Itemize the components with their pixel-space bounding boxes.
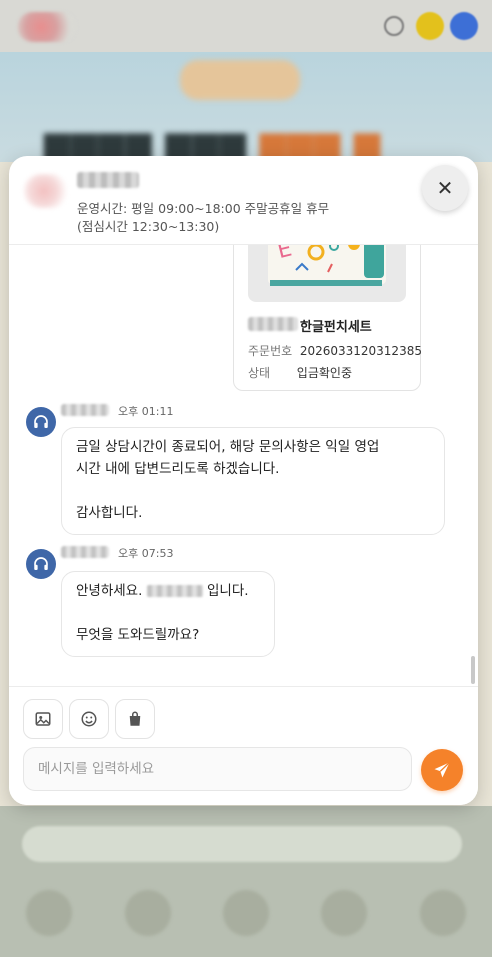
- close-icon: ✕: [436, 176, 454, 200]
- background-logo: [18, 12, 76, 42]
- message-input[interactable]: [23, 747, 412, 791]
- user-badge-icon: [416, 12, 444, 40]
- scrollbar[interactable]: [471, 656, 475, 684]
- message-list[interactable]: E 한글펀치세트 주문번호 2026033120312385 상태 입금확인중 …: [9, 245, 478, 685]
- shop-logo: [24, 174, 68, 208]
- message-text: 금일 상담시간이 종료되어, 해당 문의사항은 익일 영업: [76, 439, 380, 455]
- composer: [9, 686, 478, 805]
- profile-badge-icon: [450, 12, 478, 40]
- close-button[interactable]: ✕: [422, 165, 468, 211]
- chat-modal: 운영시간: 평일 09:00~18:00 주말공휴일 휴무 (점심시간 12:3…: [9, 156, 478, 805]
- order-status-label: 상태: [248, 366, 271, 380]
- message-text: 시간 내에 답변드리도록 하겠습니다.: [76, 461, 280, 477]
- send-button[interactable]: [421, 749, 463, 791]
- message-bubble: 금일 상담시간이 종료되어, 해당 문의사항은 익일 영업 시간 내에 답변드리…: [61, 427, 445, 535]
- agent-avatar: [26, 407, 56, 437]
- background-bottom-nav: [0, 890, 492, 936]
- product-image: E: [248, 245, 406, 302]
- chat-header: 운영시간: 평일 09:00~18:00 주말공휴일 휴무 (점심시간 12:3…: [9, 156, 478, 245]
- agent-name-redacted: [61, 404, 109, 416]
- order-status-row: 상태 입금확인중: [248, 364, 352, 381]
- background-promo-bar: [22, 826, 462, 862]
- background-topbar: [0, 0, 492, 52]
- order-number-label: 주문번호: [248, 344, 293, 358]
- emoji-button[interactable]: [69, 699, 109, 739]
- order-status-value: 입금확인중: [296, 366, 352, 380]
- order-select-button[interactable]: [115, 699, 155, 739]
- operating-hours: 운영시간: 평일 09:00~18:00 주말공휴일 휴무: [77, 201, 330, 216]
- svg-text:E: E: [275, 245, 295, 264]
- search-icon: [384, 16, 404, 36]
- message-bubble: 안녕하세요. 입니다. 무엇을 도와드릴까요?: [61, 571, 275, 657]
- product-name: 한글펀치세트: [300, 320, 372, 335]
- agent-name-redacted: [61, 546, 109, 558]
- message-time: 오후 01:11: [118, 405, 174, 418]
- product-image-art: E: [275, 245, 384, 278]
- emoji-icon: [81, 711, 97, 727]
- bottom-nav-item: [124, 890, 171, 936]
- send-icon: [434, 762, 450, 778]
- message-time: 오후 07:53: [118, 547, 174, 560]
- image-icon: [35, 712, 51, 726]
- lunch-hours: (점심시간 12:30~13:30): [77, 219, 220, 234]
- headset-icon: [34, 415, 48, 428]
- banner-badge: [180, 60, 300, 100]
- background-top-icons: [384, 12, 478, 40]
- message-text: 안녕하세요.: [76, 583, 143, 599]
- message-text: 무엇을 도와드릴까요?: [76, 627, 200, 643]
- product-name-redacted: [248, 317, 298, 331]
- order-number-value: 2026033120312385: [299, 344, 422, 358]
- agent-avatar: [26, 549, 56, 579]
- shopping-bag-icon: [129, 711, 141, 726]
- shop-name-redacted: [77, 172, 139, 188]
- headset-icon: [34, 557, 48, 570]
- shop-name-redacted: [146, 585, 203, 597]
- message-text: 감사합니다.: [76, 505, 143, 521]
- order-number-row: 주문번호 2026033120312385: [248, 342, 422, 359]
- background-banner: ▆▆▆▆ ▆▆▆ ▆▆▆ ▆: [0, 52, 492, 164]
- bottom-nav-item: [222, 890, 269, 936]
- order-card[interactable]: E 한글펀치세트 주문번호 2026033120312385 상태 입금확인중: [233, 245, 422, 391]
- message-text: 입니다.: [207, 583, 249, 599]
- bottom-nav-item: [321, 890, 368, 936]
- image-upload-button[interactable]: [23, 699, 63, 739]
- bottom-nav-item: [419, 890, 466, 936]
- bottom-nav-item: [26, 890, 73, 936]
